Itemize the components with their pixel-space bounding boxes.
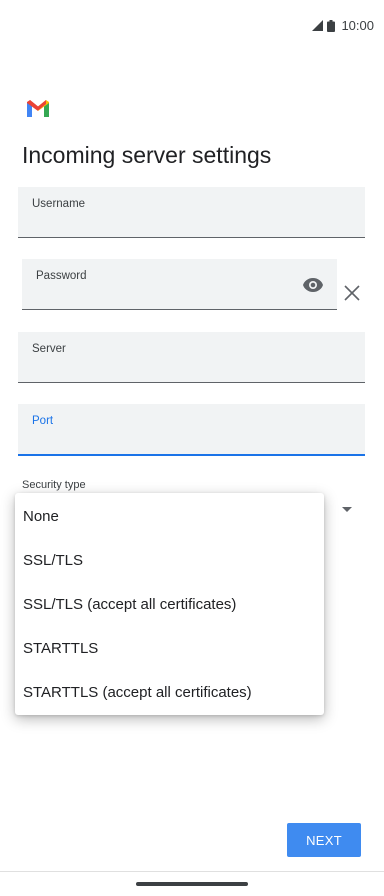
menu-item-starttls[interactable]: STARTTLS bbox=[15, 626, 324, 670]
menu-item-none[interactable]: None bbox=[15, 494, 324, 538]
menu-item-starttls-accept-all[interactable]: STARTTLS (accept all certificates) bbox=[15, 670, 324, 714]
status-time: 10:00 bbox=[341, 18, 374, 33]
status-icons: 10:00 bbox=[312, 18, 374, 33]
signal-icon bbox=[312, 20, 324, 31]
status-bar: 10:00 bbox=[0, 0, 384, 50]
password-field[interactable]: Password bbox=[22, 259, 337, 310]
menu-item-ssl-tls[interactable]: SSL/TLS bbox=[15, 538, 324, 582]
password-label: Password bbox=[36, 270, 87, 282]
menu-item-ssl-tls-accept-all[interactable]: SSL/TLS (accept all certificates) bbox=[15, 582, 324, 626]
username-field[interactable]: Username bbox=[18, 187, 365, 238]
battery-icon bbox=[327, 19, 336, 32]
port-label: Port bbox=[32, 415, 54, 427]
security-type-menu: None SSL/TLS SSL/TLS (accept all certifi… bbox=[15, 493, 324, 715]
dropdown-arrow-icon[interactable] bbox=[342, 504, 352, 514]
page-title: Incoming server settings bbox=[22, 142, 272, 168]
gmail-logo bbox=[27, 100, 49, 117]
server-field[interactable]: Server bbox=[18, 332, 365, 383]
bottom-divider bbox=[0, 871, 384, 872]
server-label: Server bbox=[32, 343, 66, 355]
eye-icon[interactable] bbox=[301, 273, 325, 297]
home-indicator[interactable] bbox=[136, 882, 248, 886]
next-button[interactable]: NEXT bbox=[287, 823, 361, 857]
security-type-label: Security type bbox=[22, 479, 86, 491]
port-field[interactable]: Port bbox=[18, 404, 365, 456]
username-label: Username bbox=[32, 198, 86, 210]
close-icon[interactable] bbox=[341, 282, 363, 304]
